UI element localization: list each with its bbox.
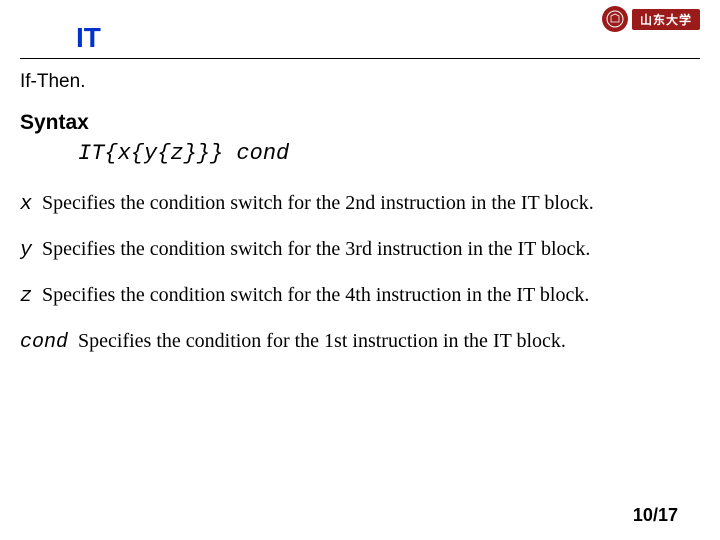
- param-desc: Specifies the condition switch for the 3…: [42, 238, 590, 260]
- page-total: 17: [658, 505, 678, 525]
- param-desc: Specifies the condition for the 1st inst…: [78, 330, 566, 352]
- param-symbol: cond: [20, 331, 68, 354]
- param-list: x Specifies the condition switch for the…: [20, 190, 700, 356]
- seal-icon: [602, 6, 628, 32]
- title-divider: [20, 58, 700, 59]
- page-current: 10: [633, 505, 653, 525]
- subtitle: If-Then.: [20, 71, 700, 93]
- university-logo: 山东大学: [602, 6, 700, 32]
- param-x: x Specifies the condition switch for the…: [20, 190, 700, 218]
- param-z: z Specifies the condition switch for the…: [20, 282, 700, 310]
- param-symbol: z: [20, 285, 32, 308]
- syntax-code: IT{x{y{z}}} cond: [78, 141, 700, 166]
- syntax-heading: Syntax: [20, 111, 700, 135]
- param-y: y Specifies the condition switch for the…: [20, 236, 700, 264]
- slide: 山东大学 IT If-Then. Syntax IT{x{y{z}}} cond…: [0, 0, 720, 540]
- logo-text: 山东大学: [632, 9, 700, 30]
- param-desc: Specifies the condition switch for the 2…: [42, 192, 594, 214]
- param-symbol: x: [20, 193, 32, 216]
- page-number: 10/17: [633, 505, 678, 526]
- param-cond: cond Specifies the condition for the 1st…: [20, 328, 700, 356]
- param-desc: Specifies the condition switch for the 4…: [42, 284, 589, 306]
- param-symbol: y: [20, 239, 32, 262]
